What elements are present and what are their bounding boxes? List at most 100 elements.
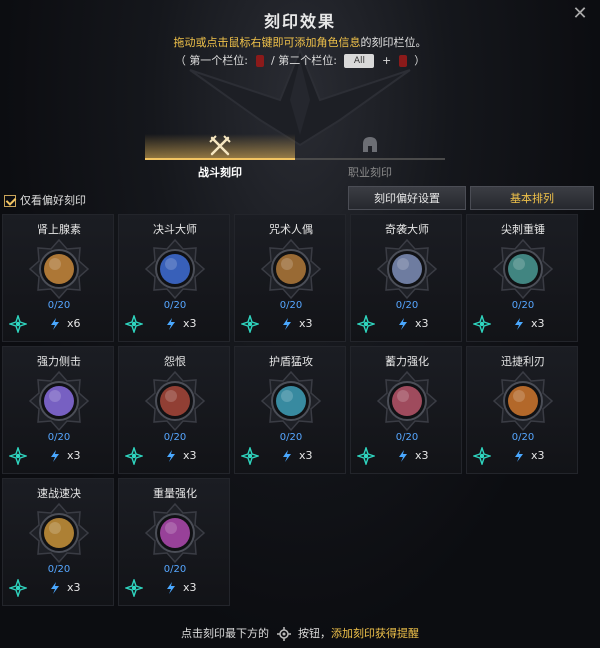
engraving-progress: 0/20 xyxy=(511,300,535,311)
book-count: x3 xyxy=(49,449,81,465)
add-engraving-icon[interactable] xyxy=(473,447,491,465)
first-slot-icon xyxy=(255,55,264,67)
emblem-core xyxy=(160,518,190,548)
engraving-progress: 0/20 xyxy=(47,432,71,443)
emblem-core xyxy=(508,386,538,416)
engraving-preference-button[interactable]: 刻印偏好设置 xyxy=(348,186,466,210)
book-count-value: x3 xyxy=(183,317,197,330)
engraving-emblem-icon xyxy=(29,371,89,431)
engraving-progress: 0/20 xyxy=(163,564,187,575)
slot-separator: / xyxy=(271,54,275,67)
add-engraving-icon[interactable] xyxy=(241,315,259,333)
emblem-core xyxy=(276,254,306,284)
helmet-icon xyxy=(363,137,377,152)
engraving-name: 护盾猛攻 xyxy=(269,355,313,368)
engraving-progress: 0/20 xyxy=(163,300,187,311)
tab-underline xyxy=(295,158,445,160)
engraving-card[interactable]: 肾上腺素 0/20 x6 xyxy=(2,214,114,342)
engraving-emblem-icon xyxy=(145,503,205,563)
engraving-card[interactable]: 决斗大师 0/20 x3 xyxy=(118,214,230,342)
bolt-icon xyxy=(167,582,175,594)
emblem-core xyxy=(508,254,538,284)
preferred-only-checkbox[interactable] xyxy=(4,195,16,207)
emblem-core xyxy=(44,386,74,416)
add-engraving-icon[interactable] xyxy=(241,447,259,465)
bolt-icon xyxy=(167,318,175,330)
bolt-icon xyxy=(167,450,175,462)
book-count-value: x3 xyxy=(67,449,81,462)
tab-label: 战斗刻印 xyxy=(198,166,242,179)
tab-class-engraving[interactable]: 职业刻印 xyxy=(295,132,445,180)
engraving-name: 奇袭大师 xyxy=(385,223,429,236)
emblem-core xyxy=(44,254,74,284)
second-slot-select[interactable]: All xyxy=(344,54,375,68)
engraving-card[interactable]: 护盾猛攻 0/20 x3 xyxy=(234,346,346,474)
engraving-card[interactable]: 速战速决 0/20 x3 xyxy=(2,478,114,606)
bolt-icon xyxy=(515,450,523,462)
add-engraving-icon[interactable] xyxy=(125,579,143,597)
basic-sort-button[interactable]: 基本排列 xyxy=(470,186,594,210)
engraving-progress: 0/20 xyxy=(47,300,71,311)
slot-paren-open: （ xyxy=(174,54,186,67)
emblem-core xyxy=(160,386,190,416)
engraving-emblem-icon xyxy=(493,239,553,299)
engraving-name: 怨恨 xyxy=(164,355,186,368)
engraving-card[interactable]: 怨恨 0/20 x3 xyxy=(118,346,230,474)
book-count: x3 xyxy=(165,581,197,597)
engraving-name: 蓄力强化 xyxy=(385,355,429,368)
tab-label: 职业刻印 xyxy=(348,166,392,179)
engraving-card[interactable]: 奇袭大师 0/20 x3 xyxy=(350,214,462,342)
book-count-value: x3 xyxy=(415,317,429,330)
engraving-emblem-icon xyxy=(261,239,321,299)
engraving-emblem-icon xyxy=(145,371,205,431)
engraving-emblem-icon xyxy=(377,239,437,299)
engraving-card[interactable]: 尖刺重锤 0/20 x3 xyxy=(466,214,578,342)
engraving-card[interactable]: 迅捷利刃 0/20 x3 xyxy=(466,346,578,474)
book-count: x3 xyxy=(165,317,197,333)
footer-text-mid: 按钮， xyxy=(298,627,331,640)
bolt-icon xyxy=(399,318,407,330)
engraving-progress: 0/20 xyxy=(279,432,303,443)
engraving-emblem-icon xyxy=(493,371,553,431)
engraving-name: 肾上腺素 xyxy=(37,223,81,236)
second-slot-icon xyxy=(398,55,407,67)
instruction-text-tail: 的刻印栏位。 xyxy=(360,36,427,49)
book-count-value: x3 xyxy=(531,317,545,330)
book-count-value: x3 xyxy=(67,581,81,594)
engraving-card[interactable]: 蓄力强化 0/20 x3 xyxy=(350,346,462,474)
engraving-emblem-icon xyxy=(29,239,89,299)
add-engraving-icon[interactable] xyxy=(125,447,143,465)
bolt-icon xyxy=(399,450,407,462)
add-engraving-icon[interactable] xyxy=(9,315,27,333)
engraving-card[interactable]: 重量强化 0/20 x3 xyxy=(118,478,230,606)
engraving-name: 强力侧击 xyxy=(37,355,81,368)
slot-plus: + xyxy=(381,54,392,67)
engraving-card[interactable]: 强力侧击 0/20 x3 xyxy=(2,346,114,474)
add-engraving-icon[interactable] xyxy=(473,315,491,333)
slot-info: （ 第一个栏位: / 第二个栏位: All + ） xyxy=(0,52,600,68)
crossed-swords-icon xyxy=(209,135,231,156)
book-count: x3 xyxy=(281,317,313,333)
emblem-core xyxy=(160,254,190,284)
engraving-progress: 0/20 xyxy=(279,300,303,311)
book-count-value: x3 xyxy=(299,449,313,462)
close-icon[interactable]: ✕ xyxy=(570,4,590,24)
book-count-value: x3 xyxy=(183,449,197,462)
book-count: x3 xyxy=(49,581,81,597)
add-engraving-icon[interactable] xyxy=(357,447,375,465)
engraving-emblem-icon xyxy=(261,371,321,431)
book-count: x3 xyxy=(281,449,313,465)
bolt-icon xyxy=(51,450,59,462)
add-engraving-icon[interactable] xyxy=(125,315,143,333)
engraving-name: 重量强化 xyxy=(153,487,197,500)
first-slot-label: 第一个栏位: xyxy=(189,54,249,67)
engraving-card[interactable]: 咒术人偶 0/20 x3 xyxy=(234,214,346,342)
add-engraving-icon[interactable] xyxy=(9,447,27,465)
add-engraving-icon[interactable] xyxy=(9,579,27,597)
engraving-emblem-icon xyxy=(145,239,205,299)
emblem-core xyxy=(392,254,422,284)
add-engraving-icon[interactable] xyxy=(357,315,375,333)
book-count: x3 xyxy=(397,449,429,465)
tab-combat-engraving[interactable]: 战斗刻印 xyxy=(145,132,295,180)
emblem-core xyxy=(392,386,422,416)
